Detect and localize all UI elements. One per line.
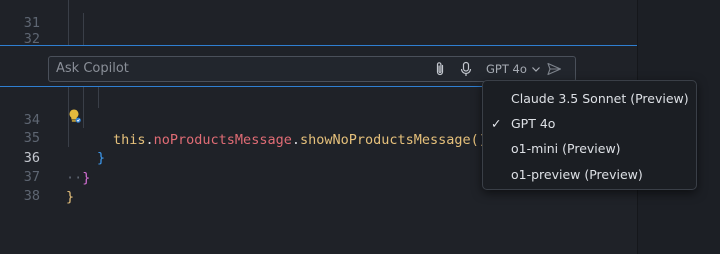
menu-item-label: Claude 3.5 Sonnet (Preview)	[511, 91, 689, 106]
indent-guide	[68, 87, 69, 147]
code-line[interactable]: 32 ngAfterContentInit(): void {	[0, 9, 637, 67]
microphone-icon[interactable]	[458, 61, 474, 77]
model-picker[interactable]: GPT 4o	[486, 59, 541, 79]
menu-item-label: GPT 4o	[511, 116, 556, 131]
send-icon[interactable]	[546, 61, 562, 77]
indent-guide	[83, 87, 84, 128]
menu-item-label: o1-mini (Preview)	[511, 141, 621, 156]
menu-item-o1-mini[interactable]: o1-mini (Preview)	[483, 137, 696, 161]
indent-guide	[68, 0, 69, 45]
chevron-down-icon	[531, 67, 540, 72]
line-number: 38	[23, 188, 40, 204]
check-icon: ✓	[491, 116, 502, 131]
paperclip-icon[interactable]	[432, 61, 448, 77]
indent-guide	[98, 87, 99, 108]
model-dropdown-menu: Claude 3.5 Sonnet (Preview) ✓ GPT 4o o1-…	[482, 80, 697, 190]
indent-guide	[83, 13, 84, 45]
code-text: }	[66, 189, 75, 205]
menu-item-o1-preview[interactable]: o1-preview (Preview)	[483, 163, 696, 187]
menu-item-gpt-4o[interactable]: ✓ GPT 4o	[483, 112, 696, 136]
menu-item-label: o1-preview (Preview)	[511, 167, 643, 182]
copilot-chat-input[interactable]: Ask Copilot GPT 4o	[48, 56, 576, 82]
chat-placeholder: Ask Copilot	[56, 61, 129, 76]
model-picker-label: GPT 4o	[486, 62, 527, 76]
menu-item-claude-3-5-sonnet[interactable]: Claude 3.5 Sonnet (Preview)	[483, 87, 696, 111]
